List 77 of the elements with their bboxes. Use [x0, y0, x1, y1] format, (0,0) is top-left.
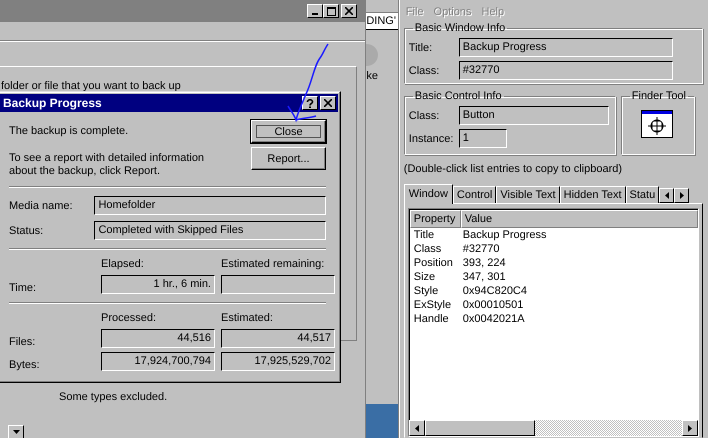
table-cell-text: 347, 301 [462, 270, 506, 284]
close-icon [345, 7, 354, 15]
close-icon [324, 99, 332, 107]
field-value: Homefolder [94, 196, 326, 215]
crosshair-icon[interactable] [640, 110, 673, 138]
tab[interactable]: Hidden Text [560, 186, 626, 203]
horizontal-scrollbar[interactable] [408, 420, 698, 436]
table-cell-text: Style [412, 284, 440, 298]
field-value: 1 hr., 6 min. [101, 275, 215, 294]
caret-right-icon [688, 424, 692, 432]
field-value: 44,517 [221, 329, 335, 348]
message-text: The backup is complete. [9, 124, 128, 137]
taskbar-strip [366, 404, 398, 438]
table-cell-text: Handle [412, 312, 450, 326]
report-button[interactable]: Report... [251, 147, 326, 170]
table-cell-text: 0x00010501 [462, 298, 524, 312]
dropdown[interactable] [8, 425, 24, 438]
group-title: Basic Control Info [414, 90, 503, 102]
column-header[interactable]: Value [460, 210, 698, 228]
caret-down-icon [12, 430, 20, 434]
field-label: Media name: [9, 200, 74, 212]
field-label: Class: [408, 64, 440, 76]
maximize-icon [326, 6, 336, 16]
field-value: 17,924,700,794 [101, 352, 215, 371]
minimize-button[interactable] [307, 4, 324, 18]
table-cell-text: #32770 [462, 242, 500, 256]
text-field[interactable]: DING' [366, 12, 398, 30]
instruction-text: folder or file that you want to back up [1, 80, 182, 92]
field-value: 17,925,529,702 [221, 352, 335, 371]
scroll-right-button[interactable] [674, 188, 690, 203]
close-button[interactable] [320, 96, 336, 110]
tab[interactable]: Visible Text [496, 186, 560, 203]
field-label: Title: [408, 42, 434, 54]
table-cell-text: 393, 224 [462, 256, 506, 270]
note-text: Some types excluded. [59, 391, 168, 403]
close-button[interactable]: Close [251, 120, 326, 143]
caret-right-icon [680, 192, 684, 199]
column-label: Processed: [101, 312, 158, 325]
field-value: Completed with Skipped Files [94, 221, 326, 240]
field-label: Time: [9, 282, 38, 294]
column-label: Estimated: [221, 312, 274, 325]
field-value: 44,516 [101, 329, 215, 348]
column-label: Estimated remaining: [221, 258, 326, 271]
close-button[interactable] [341, 4, 358, 18]
field-value: #32770 [458, 61, 673, 80]
table-cell-text: Position [412, 256, 454, 270]
table-cell-text: 0x0042021A [462, 312, 525, 326]
field-label: Bytes: [9, 359, 41, 371]
table-cell-text: Class [412, 242, 442, 256]
scroll-left-button[interactable] [659, 188, 674, 203]
question-mark-icon [306, 98, 314, 108]
help-button[interactable] [302, 96, 318, 110]
tab[interactable]: Control [452, 186, 496, 203]
table-cell-text: ExStyle [412, 298, 452, 312]
field-label: Instance: [408, 132, 454, 144]
table-cell-text: Size [412, 270, 436, 284]
table-cell-text: 0x94C820C4 [462, 284, 527, 298]
field-label: Files: [9, 336, 36, 348]
field-label: Status: [9, 224, 44, 236]
field-value: Button [458, 106, 609, 125]
caret-left-icon [414, 424, 419, 432]
window-title: Backup Progress [2, 96, 103, 110]
field-value: Backup Progress [458, 38, 673, 57]
caret-left-icon [664, 192, 669, 199]
field-value: 1 [458, 129, 507, 148]
maximize-button[interactable] [323, 4, 340, 18]
table-cell-text: Backup Progress [462, 228, 547, 242]
column-header[interactable]: Property [410, 210, 461, 228]
field-label: Class: [408, 110, 440, 122]
group-title: Basic Window Info [414, 22, 506, 34]
tab[interactable]: Window [404, 184, 453, 204]
table-cell-text: Title [412, 228, 436, 242]
hint-text: (Double-click list entries to copy to clipboard) [404, 163, 624, 175]
column-label: Elapsed: [101, 258, 145, 271]
group-title: Finder Tool [630, 90, 687, 102]
report-hint-text: To see a report with detailed information about the backup, click Report. [9, 151, 206, 178]
icon-label: ke [366, 70, 379, 82]
